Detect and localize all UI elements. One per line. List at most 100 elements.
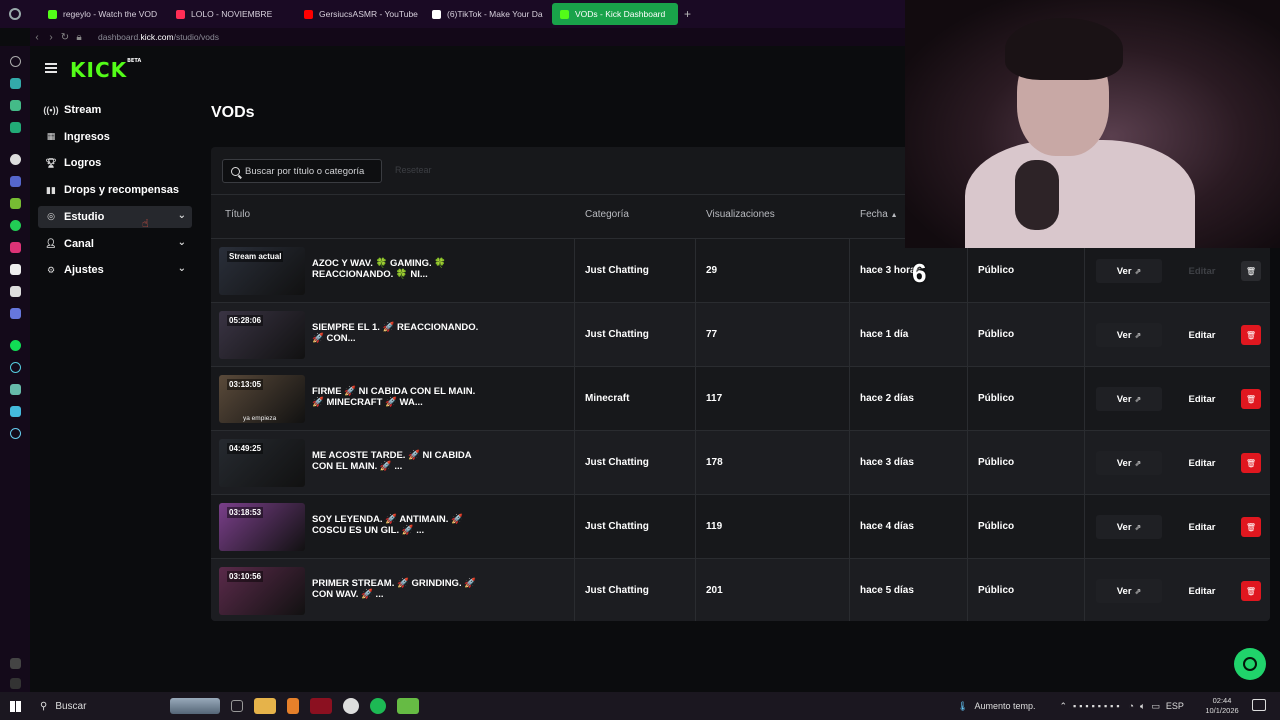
vod-category[interactable]: Minecraft [585, 393, 629, 404]
delete-button[interactable]: 🗑︎ [1241, 517, 1261, 537]
sidebar-item-canal[interactable]: 👤︎ Canal ⌄ [38, 233, 192, 255]
extension-icon[interactable] [10, 78, 21, 89]
settings-icon[interactable] [10, 428, 21, 439]
vod-category[interactable]: Just Chatting [585, 457, 649, 468]
task-view-icon[interactable] [231, 700, 243, 712]
vod-thumbnail[interactable]: Stream actual [219, 247, 305, 295]
wifi-icon[interactable]: ◔ [1129, 701, 1134, 711]
edit-button[interactable]: Editar [1169, 323, 1235, 347]
menu-icon[interactable] [45, 63, 57, 73]
edit-button[interactable]: Editar [1169, 387, 1235, 411]
view-button[interactable]: Ver ⇗ [1096, 515, 1162, 539]
language-indicator[interactable]: ESP [1166, 701, 1184, 711]
vod-title[interactable]: AZOC Y WAV. 🍀 GAMING. 🍀 REACCIONANDO. 🍀 … [312, 258, 482, 280]
instagram-icon[interactable] [10, 242, 21, 253]
opera-icon[interactable] [310, 698, 332, 714]
file-explorer-icon[interactable] [254, 698, 276, 714]
column-title[interactable]: Título [225, 209, 250, 220]
support-chat-button[interactable] [1234, 648, 1266, 680]
chevron-down-icon[interactable]: ⌄ [178, 210, 186, 221]
kick-logo[interactable]: KICKBETA [70, 58, 141, 82]
vod-category[interactable]: Just Chatting [585, 585, 649, 596]
delete-button[interactable]: 🗑︎ [1241, 389, 1261, 409]
delete-button[interactable]: 🗑︎ [1241, 261, 1261, 281]
vod-thumbnail[interactable]: 05:28:06 [219, 311, 305, 359]
delete-button[interactable]: 🗑︎ [1241, 325, 1261, 345]
vod-thumbnail[interactable]: 04:49:25 [219, 439, 305, 487]
view-button[interactable]: Ver ⇗ [1096, 323, 1162, 347]
spotify-icon[interactable] [370, 698, 386, 714]
chevron-down-icon[interactable]: ⌄ [178, 237, 186, 248]
table-row[interactable]: 03:10:56 PRIMER STREAM. 🚀 GRINDING. 🚀 CON… [211, 558, 1270, 621]
history-icon[interactable] [10, 56, 21, 67]
clock[interactable]: 02:44 10/1/2026 [1202, 696, 1242, 716]
x-icon[interactable] [10, 286, 21, 297]
chevron-up-icon[interactable]: ⌃ [1059, 701, 1067, 712]
vod-thumbnail[interactable]: 03:13:05 ya empieza [219, 375, 305, 423]
notification-icon[interactable] [1252, 699, 1266, 711]
widget-image[interactable] [170, 698, 220, 714]
view-button[interactable]: Ver ⇗ [1096, 259, 1162, 283]
vod-thumbnail[interactable]: 03:10:56 [219, 567, 305, 615]
delete-button[interactable]: 🗑︎ [1241, 453, 1261, 473]
sidebar-item-ingresos[interactable]: ▦ Ingresos [38, 126, 192, 148]
discord-icon[interactable] [10, 308, 21, 319]
browser-tab[interactable]: VODs - Kick Dashboard [552, 3, 678, 25]
edit-button[interactable]: Editar [1169, 515, 1235, 539]
gx-icon[interactable] [10, 658, 21, 669]
browser-logo-icon[interactable] [0, 0, 30, 28]
vod-title[interactable]: SIEMPRE EL 1. 🚀 REACCIONANDO. 🚀 CON... [312, 322, 482, 344]
messenger-icon[interactable] [10, 122, 21, 133]
obs-icon[interactable] [343, 698, 359, 714]
reload-icon[interactable]: ↻ [58, 32, 72, 43]
new-tab-button[interactable]: + [684, 7, 691, 21]
table-row[interactable]: 04:49:25 ME ACOSTE TARDE. 🚀 NI CABIDA CON… [211, 430, 1270, 495]
forward-icon[interactable]: › [44, 32, 58, 43]
sidebar-item-estudio[interactable]: ◎ Estudio ⌄ [38, 205, 192, 228]
browser-tab[interactable]: regeylo - Watch the VOD [40, 3, 168, 25]
view-button[interactable]: Ver ⇗ [1096, 451, 1162, 475]
view-button[interactable]: Ver ⇗ [1096, 387, 1162, 411]
download-icon[interactable] [10, 384, 21, 395]
sidebar-item-drops[interactable]: ▮▮ Drops y recompensas [38, 179, 192, 201]
chevron-down-icon[interactable]: ⌄ [178, 263, 186, 274]
search-input[interactable]: Buscar por título o categoría [222, 159, 382, 183]
back-icon[interactable]: ‹ [30, 32, 44, 43]
url-field[interactable]: dashboard.kick.com/studio/vods [98, 32, 219, 42]
vod-category[interactable]: Just Chatting [585, 521, 649, 532]
app-icon[interactable] [10, 100, 21, 111]
delete-button[interactable]: 🗑︎ [1241, 581, 1261, 601]
vod-category[interactable]: Just Chatting [585, 265, 649, 276]
sidebar-item-ajustes[interactable]: ⚙ Ajustes ⌄ [38, 259, 192, 281]
weather-text[interactable]: Aumento temp. [974, 701, 1035, 711]
column-category[interactable]: Categoría [585, 209, 629, 220]
vod-title[interactable]: PRIMER STREAM. 🚀 GRINDING. 🚀 CON WAV. 🚀 … [312, 578, 482, 600]
spotify-icon[interactable] [10, 340, 21, 351]
more-icon[interactable] [10, 678, 21, 689]
view-button[interactable]: Ver ⇗ [1096, 579, 1162, 603]
chatgpt-icon[interactable] [10, 154, 21, 165]
browser-tab[interactable]: LOLO - NOVIEMBRE [168, 3, 296, 25]
edit-button[interactable]: Editar [1169, 579, 1235, 603]
vod-title[interactable]: FIRME 🚀 NI CABIDA CON EL MAIN. 🚀 MINECRA… [312, 386, 482, 408]
whatsapp-icon[interactable] [10, 220, 21, 231]
vod-category[interactable]: Just Chatting [585, 329, 649, 340]
twitch-icon[interactable] [10, 198, 21, 209]
vod-thumbnail[interactable]: 03:18:53 [219, 503, 305, 551]
browser-tab[interactable]: GersiucsASMR - YouTube [296, 3, 424, 25]
tiktok-icon[interactable] [10, 264, 21, 275]
battery-icon[interactable]: ▭ [1151, 701, 1160, 712]
edit-button[interactable]: Editar [1169, 451, 1235, 475]
browser-tab[interactable]: (6)TikTok - Make Your Da [424, 3, 552, 25]
sidebar-item-logros[interactable]: 🏆︎ Logros [38, 152, 192, 174]
sidebar-item-stream[interactable]: ((•)) Stream [38, 99, 192, 121]
app-icon[interactable] [10, 406, 21, 417]
clock-icon[interactable] [10, 362, 21, 373]
table-row[interactable]: 03:18:53 SOY LEYENDA. 🚀 ANTIMAIN. 🚀 COSCU… [211, 494, 1270, 559]
table-row[interactable]: 03:13:05 ya empieza FIRME 🚀 NI CABIDA CON … [211, 366, 1270, 431]
column-date[interactable]: Fecha ▲ [860, 209, 898, 220]
table-row[interactable]: 05:28:06 SIEMPRE EL 1. 🚀 REACCIONANDO. 🚀 … [211, 302, 1270, 367]
column-views[interactable]: Visualizaciones [706, 209, 775, 220]
edit-button[interactable]: Editar [1169, 259, 1235, 283]
start-button[interactable] [0, 700, 30, 712]
